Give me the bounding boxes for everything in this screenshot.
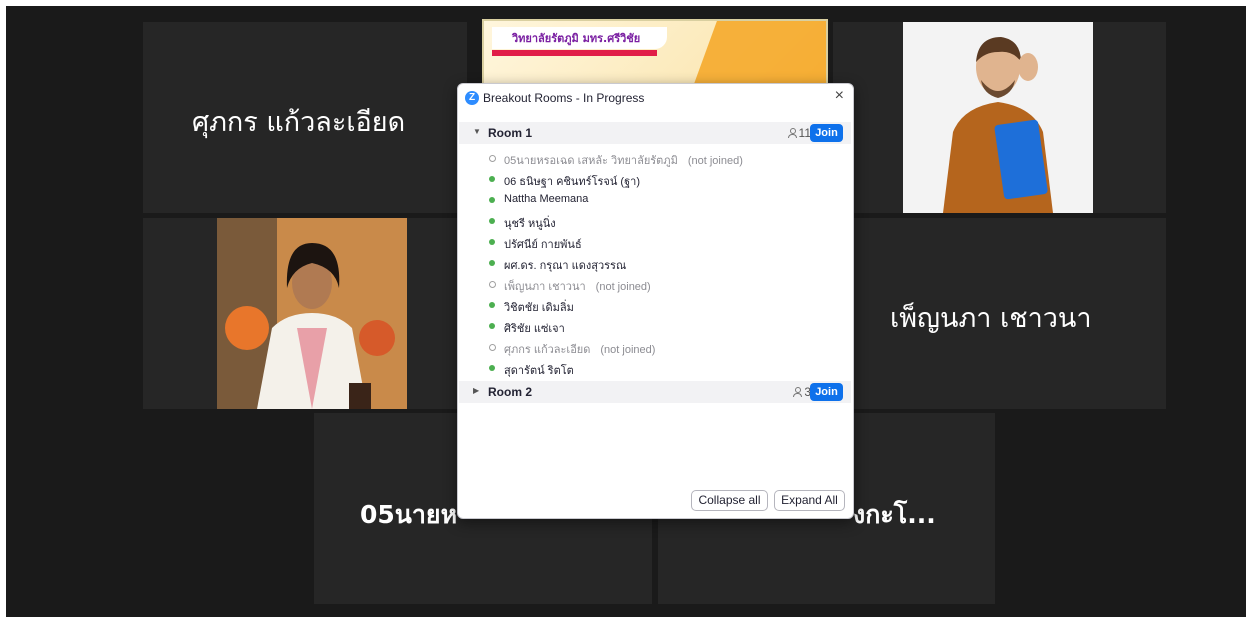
participant-count: 11 — [787, 126, 811, 140]
participant-photo — [903, 22, 1093, 213]
room-header-room-1[interactable]: ▼ Room 1 11 Join — [459, 122, 851, 144]
not-joined-label: (not joined) — [595, 281, 651, 293]
join-room-2-button[interactable]: Join — [810, 383, 843, 401]
join-room-1-button[interactable]: Join — [810, 124, 843, 142]
list-item[interactable]: สุดารัตน์ ริตโต — [458, 358, 853, 379]
participant-name: นุชรี หนูนิ่ง — [504, 218, 556, 230]
chevron-down-icon[interactable]: ▼ — [473, 127, 481, 136]
status-dot-icon — [489, 197, 495, 203]
person-icon — [793, 387, 803, 397]
participant-name: ผศ.ดร. กรุณา แดงสุวรรณ — [504, 260, 627, 272]
list-item[interactable]: ปรัศนีย์ กายพันธ์ — [458, 232, 853, 253]
participant-name: เพ็ญนภา เชาวนา — [890, 303, 1092, 334]
chevron-right-icon[interactable]: ▶ — [473, 386, 479, 395]
participant-name: ศิริชัย แซ่เจา — [504, 323, 565, 335]
collapse-all-button[interactable]: Collapse all — [691, 490, 768, 511]
room-1-participant-list: 05นายหรอเฉด เสหลัะ วิทยาลัยรัตภูมิ (not j… — [458, 148, 853, 379]
list-item[interactable]: 06 ธนิษฐา คชินทร์โรจน์ (ฐา) — [458, 169, 853, 190]
video-tile-woman-photo[interactable] — [143, 218, 467, 409]
not-joined-label: (not joined) — [687, 155, 743, 167]
person-icon — [787, 128, 797, 138]
list-item[interactable]: ศิริชัย แซ่เจา — [458, 316, 853, 337]
not-joined-label: (not joined) — [600, 344, 656, 356]
video-tile-suppakorn[interactable]: ศุภกร แก้วละเอียด — [143, 22, 467, 213]
expand-all-button[interactable]: Expand All — [774, 490, 845, 511]
status-dot-icon — [489, 218, 495, 224]
banner-title: วิทยาลัยรัตภูมิ มทร.ศรีวิชัย — [512, 32, 641, 45]
participant-count: 3 — [793, 385, 811, 399]
participant-name: ปรัศนีย์ กายพันธ์ — [504, 239, 582, 251]
woman-illustration — [217, 218, 407, 409]
close-icon[interactable]: × — [835, 87, 844, 105]
participant-name: เพ็ญนภา เชาวนา — [504, 281, 586, 293]
list-item[interactable]: เพ็ญนภา เชาวนา (not joined) — [458, 274, 853, 295]
video-tile-phennapha[interactable]: เพ็ญนภา เชาวนา — [833, 218, 1166, 409]
list-item[interactable]: 05นายหรอเฉด เสหลัะ วิทยาลัยรัตภูมิ (not j… — [458, 148, 853, 169]
status-dot-icon — [489, 260, 495, 266]
status-dot-icon — [489, 323, 495, 329]
participant-name: ศุภกร แก้วละเอียด — [192, 107, 406, 138]
room-name: Room 2 — [488, 385, 533, 399]
man-illustration — [903, 22, 1093, 213]
participant-name: Nattha Meemana — [504, 193, 589, 205]
list-item[interactable]: นุชรี หนูนิ่ง — [458, 211, 853, 232]
list-item[interactable]: ผศ.ดร. กรุณา แดงสุวรรณ — [458, 253, 853, 274]
participant-name: ศุภกร แก้วละเอียด — [504, 344, 591, 356]
participant-name: สุดารัตน์ ริตโต — [504, 365, 574, 377]
status-dot-icon — [489, 344, 496, 351]
participant-name: 05นายห — [360, 500, 458, 529]
list-item[interactable]: Nattha Meemana — [458, 190, 853, 211]
breakout-rooms-dialog: Z Breakout Rooms - In Progress × ▼ Room … — [457, 83, 854, 519]
dialog-titlebar[interactable]: Z Breakout Rooms - In Progress × — [458, 84, 853, 112]
dialog-title: Breakout Rooms - In Progress — [483, 91, 645, 105]
status-dot-icon — [489, 239, 495, 245]
participant-photo — [217, 218, 407, 409]
room-header-room-2[interactable]: ▶ Room 2 3 Join — [459, 381, 851, 403]
participant-name: 06 ธนิษฐา คชินทร์โรจน์ (ฐา) — [504, 176, 640, 188]
participant-name: วิชิตชัย เดิมลิ่ม — [504, 302, 574, 314]
participant-name: งกะโ... — [853, 500, 936, 529]
zoom-logo-icon: Z — [465, 91, 479, 105]
status-dot-icon — [489, 302, 495, 308]
banner-stripe — [492, 50, 657, 56]
status-dot-icon — [489, 176, 495, 182]
status-dot-icon — [489, 155, 496, 162]
video-tile-man-photo[interactable] — [833, 22, 1166, 213]
participant-name: 05นายหรอเฉด เสหลัะ วิทยาลัยรัตภูมิ — [504, 155, 678, 167]
status-dot-icon — [489, 281, 496, 288]
room-name: Room 1 — [488, 126, 533, 140]
list-item[interactable]: ศุภกร แก้วละเอียด (not joined) — [458, 337, 853, 358]
status-dot-icon — [489, 365, 495, 371]
list-item[interactable]: วิชิตชัย เดิมลิ่ม — [458, 295, 853, 316]
